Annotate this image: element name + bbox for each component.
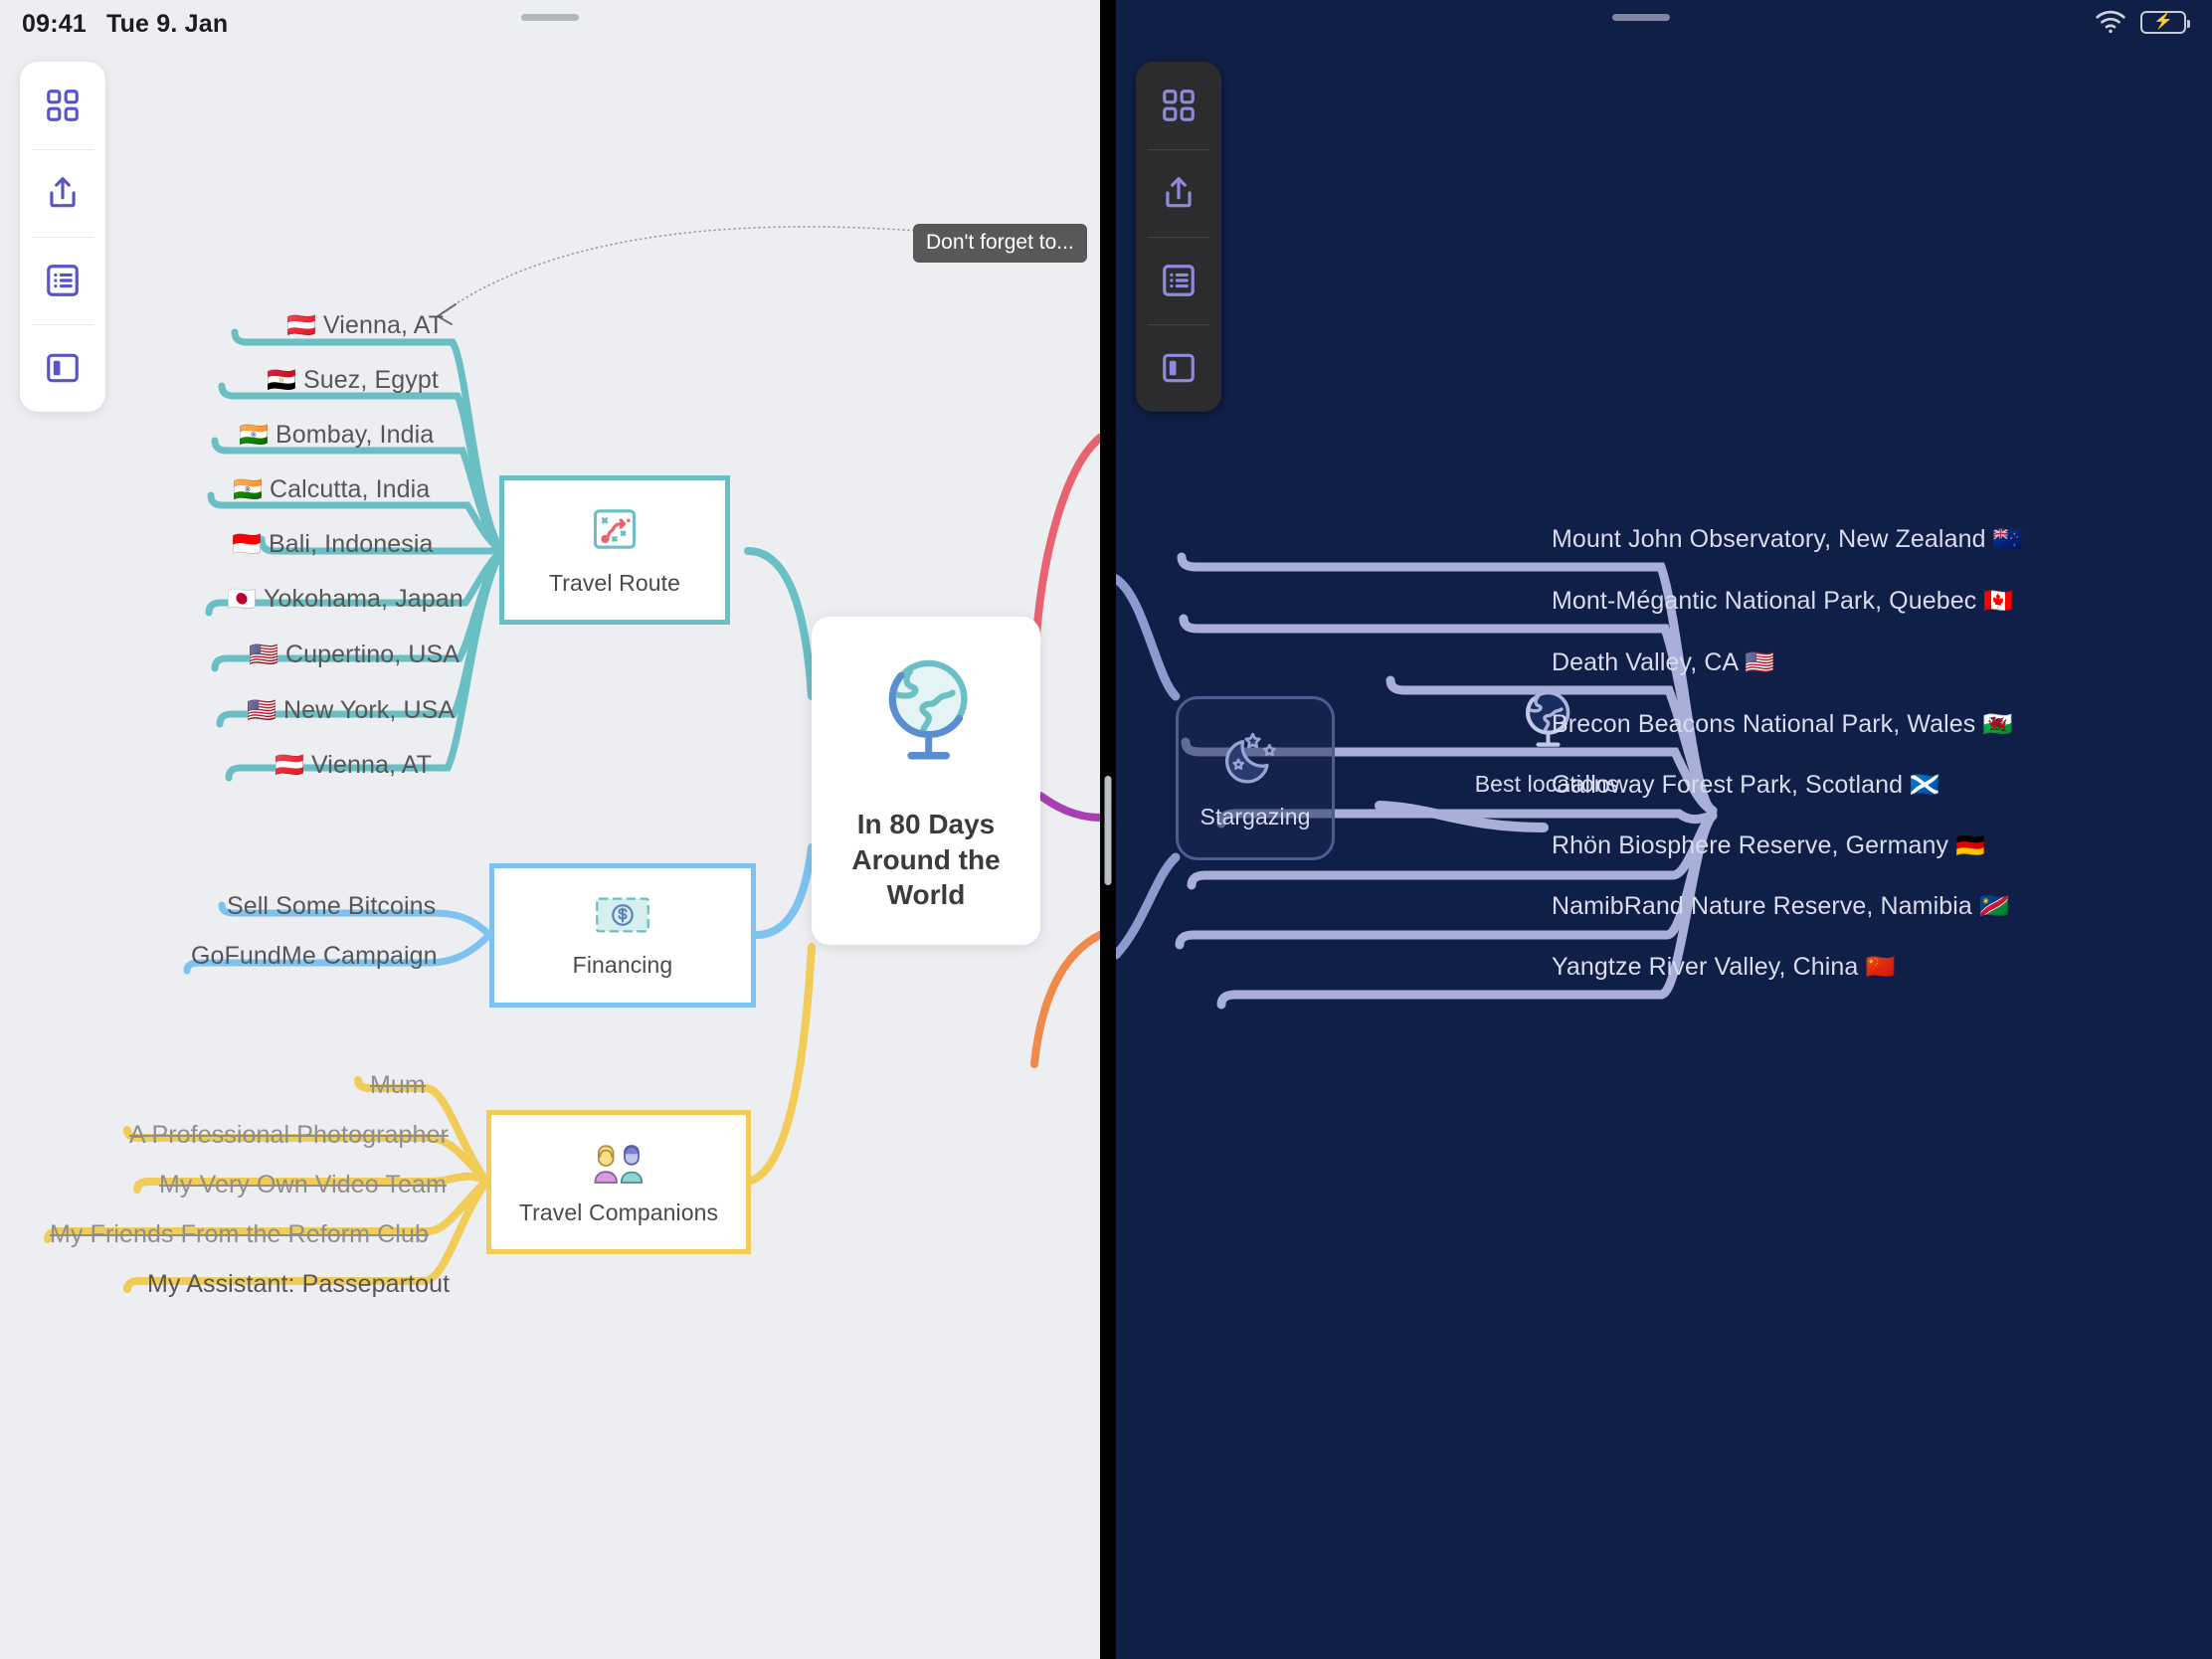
leaf-yangtze[interactable]: Yangtze River Valley, China 🇨🇳 <box>1552 953 1902 982</box>
toolbar-item-grid[interactable] <box>20 62 105 149</box>
share-icon <box>1160 174 1198 212</box>
node-financing[interactable]: Financing <box>489 863 756 1008</box>
outline-icon <box>1160 262 1198 299</box>
flag-de-icon: 🇩🇪 <box>1955 832 1986 859</box>
leaf-gofundme[interactable]: GoFundMe Campaign <box>191 942 438 971</box>
toolbar-item-grid[interactable] <box>1136 62 1221 149</box>
right-toolbar <box>1136 62 1221 412</box>
status-date: Tue 9. Jan <box>105 10 229 38</box>
split-screen-workspace: 09:41 Tue 9. Jan Don't forget to... 🇦🇹 V… <box>0 0 2212 1659</box>
flag-na-icon: 🇳🇦 <box>1978 893 2009 920</box>
status-bar-right: ⚡ <box>2095 10 2190 34</box>
share-icon <box>44 174 82 212</box>
leaf-video-team[interactable]: My Very Own Video Team <box>159 1171 447 1199</box>
node-central-topic[interactable]: In 80 Days Around the World <box>812 617 1040 945</box>
toolbar-item-share[interactable] <box>20 149 105 237</box>
flag-scotland-icon: 🏴󠁧󠁢󠁳󠁣󠁴󠁿 <box>1910 772 1940 799</box>
node-label: Stargazing <box>1199 803 1311 830</box>
right-mindmap-pane: ⚡ Stargazing Best locations Mount John O… <box>1116 0 2212 1659</box>
flag-in-icon: 🇮🇳 <box>233 476 263 503</box>
flag-at-icon: 🇦🇹 <box>286 312 316 339</box>
toolbar-item-sidebar[interactable] <box>20 324 105 412</box>
leaf-bali[interactable]: 🇮🇩 Bali, Indonesia <box>232 530 434 559</box>
leaf-vienna-2[interactable]: 🇦🇹 Vienna, AT <box>275 751 432 780</box>
node-travel-route[interactable]: Travel Route <box>499 475 730 625</box>
leaf-rhon[interactable]: Rhön Biosphere Reserve, Germany 🇩🇪 <box>1552 831 1992 860</box>
flag-us-icon: 🇺🇸 <box>1744 649 1774 676</box>
node-stargazing[interactable]: Stargazing <box>1176 696 1335 860</box>
banknote-icon <box>595 893 650 942</box>
flag-nz-icon: 🇳🇿 <box>1992 526 2023 553</box>
leaf-mont-megantic[interactable]: Mont-Mégantic National Park, Quebec 🇨🇦 <box>1552 587 2020 616</box>
left-toolbar <box>20 62 105 412</box>
battery-charging-icon: ⚡ <box>2140 10 2190 34</box>
divider-handle[interactable] <box>1104 776 1112 885</box>
status-bar-left: 09:41 Tue 9. Jan <box>22 10 228 39</box>
left-mindmap-pane: 09:41 Tue 9. Jan Don't forget to... 🇦🇹 V… <box>0 0 1100 1659</box>
people-icon <box>587 1139 650 1190</box>
sidebar-icon <box>1160 349 1198 387</box>
moon-stars-icon <box>1224 727 1286 794</box>
flag-wales-icon: 🏴󠁧󠁢󠁷󠁬󠁳󠁿 <box>1982 711 2013 738</box>
note-callout[interactable]: Don't forget to... <box>913 224 1087 263</box>
node-label: Financing <box>572 951 673 978</box>
leaf-reform-club[interactable]: My Friends From the Reform Club <box>50 1220 429 1249</box>
wifi-icon <box>2095 10 2126 34</box>
leaf-calcutta[interactable]: 🇮🇳 Calcutta, India <box>233 475 430 504</box>
leaf-photographer[interactable]: A Professional Photographer <box>129 1121 449 1150</box>
central-title: In 80 Days Around the World <box>851 808 1001 911</box>
leaf-sell-bitcoins[interactable]: Sell Some Bitcoins <box>227 892 436 921</box>
status-time: 09:41 <box>22 10 87 38</box>
node-label: Travel Route <box>548 570 680 596</box>
leaf-vienna-1[interactable]: 🇦🇹 Vienna, AT <box>286 311 444 340</box>
flag-us-icon: 🇺🇸 <box>247 697 276 724</box>
flag-in-icon: 🇮🇳 <box>239 422 269 449</box>
toolbar-item-share[interactable] <box>1136 149 1221 237</box>
outline-icon <box>44 262 82 299</box>
toolbar-item-sidebar[interactable] <box>1136 324 1221 412</box>
flag-cn-icon: 🇨🇳 <box>1865 954 1896 981</box>
leaf-galloway[interactable]: Galloway Forest Park, Scotland 🏴󠁧󠁢󠁳󠁣󠁴󠁿 <box>1552 771 1946 800</box>
leaf-brecon-beacons[interactable]: Brecon Beacons National Park, Wales 🏴󠁧󠁢󠁷… <box>1552 710 2019 739</box>
leaf-namibrand[interactable]: NamibRand Nature Reserve, Namibia 🇳🇦 <box>1552 892 2016 921</box>
leaf-cupertino[interactable]: 🇺🇸 Cupertino, USA <box>249 641 460 669</box>
flag-us-icon: 🇺🇸 <box>249 642 278 668</box>
flag-at-icon: 🇦🇹 <box>275 752 304 779</box>
route-map-icon <box>589 503 641 560</box>
toolbar-item-outline[interactable] <box>20 237 105 324</box>
leaf-mum[interactable]: Mum <box>370 1071 426 1100</box>
split-view-divider[interactable] <box>1100 0 1116 1659</box>
toolbar-item-outline[interactable] <box>1136 237 1221 324</box>
grid-icon <box>44 87 82 124</box>
window-grabber-left[interactable] <box>521 14 579 21</box>
leaf-bombay[interactable]: 🇮🇳 Bombay, India <box>239 421 434 450</box>
leaf-new-york[interactable]: 🇺🇸 New York, USA <box>247 696 455 725</box>
leaf-passepartout[interactable]: My Assistant: Passepartout <box>147 1270 450 1299</box>
node-label: Travel Companions <box>518 1198 719 1225</box>
window-grabber-right[interactable] <box>1612 14 1670 21</box>
flag-ca-icon: 🇨🇦 <box>1983 588 2014 615</box>
leaf-suez[interactable]: 🇪🇬 Suez, Egypt <box>267 366 439 395</box>
sidebar-icon <box>44 349 82 387</box>
leaf-death-valley[interactable]: Death Valley, CA 🇺🇸 <box>1552 648 1781 677</box>
leaf-yokohama[interactable]: 🇯🇵 Yokohama, Japan <box>227 585 463 614</box>
grid-icon <box>1160 87 1198 124</box>
node-travel-companions[interactable]: Travel Companions <box>486 1110 751 1254</box>
globe-icon <box>862 648 990 781</box>
flag-id-icon: 🇮🇩 <box>232 531 262 558</box>
flag-eg-icon: 🇪🇬 <box>267 367 296 394</box>
leaf-mount-john[interactable]: Mount John Observatory, New Zealand 🇳🇿 <box>1552 525 2030 554</box>
flag-jp-icon: 🇯🇵 <box>227 586 257 613</box>
